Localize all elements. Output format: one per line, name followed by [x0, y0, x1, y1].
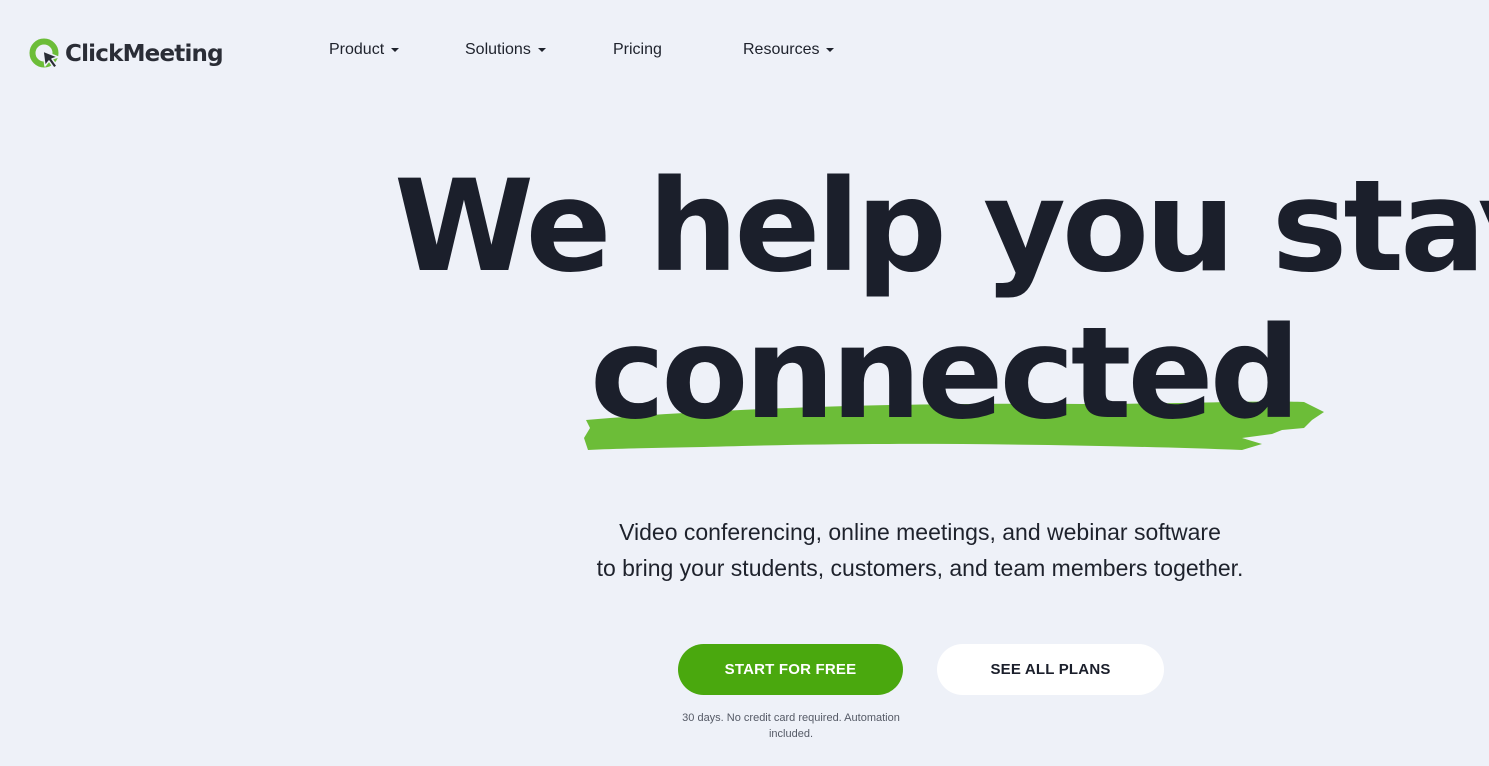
nav-item-solutions[interactable]: Solutions — [465, 41, 546, 59]
hero-subtext-line2: to bring your students, customers, and t… — [596, 555, 1244, 581]
nav-item-label: Resources — [743, 41, 820, 58]
nav-item-resources[interactable]: Resources — [743, 41, 835, 59]
nav-item-label: Solutions — [465, 41, 531, 58]
caret-down-icon — [826, 48, 835, 52]
caret-down-icon — [391, 48, 400, 52]
trial-note: 30 days. No credit card required. Automa… — [665, 710, 917, 742]
nav-item-label: Pricing — [613, 41, 662, 58]
nav-item-pricing[interactable]: Pricing — [613, 41, 662, 59]
hero-headline-highlight: connected — [590, 299, 1301, 447]
hero-headline: We help you stay — [394, 152, 1489, 300]
trial-note-line2: included. — [768, 728, 814, 740]
clickmeeting-logo[interactable]: ClickMeeting — [28, 36, 224, 72]
brand-name: ClickMeeting — [65, 41, 224, 67]
clickmeeting-logo-icon — [28, 36, 64, 72]
nav-item-label: Product — [329, 41, 385, 58]
landing-page: ClickMeeting Product Solutions Pricing R… — [0, 0, 1489, 766]
trial-note-line1: 30 days. No credit card required. Automa… — [682, 712, 900, 724]
nav-item-product[interactable]: Product — [329, 41, 400, 59]
hero-subtext-line1: Video conferencing, online meetings, and… — [619, 519, 1221, 545]
hero-subtext: Video conferencing, online meetings, and… — [500, 514, 1340, 586]
see-all-plans-button[interactable]: SEE ALL PLANS — [937, 644, 1164, 695]
caret-down-icon — [537, 48, 546, 52]
start-for-free-button[interactable]: START FOR FREE — [678, 644, 903, 695]
